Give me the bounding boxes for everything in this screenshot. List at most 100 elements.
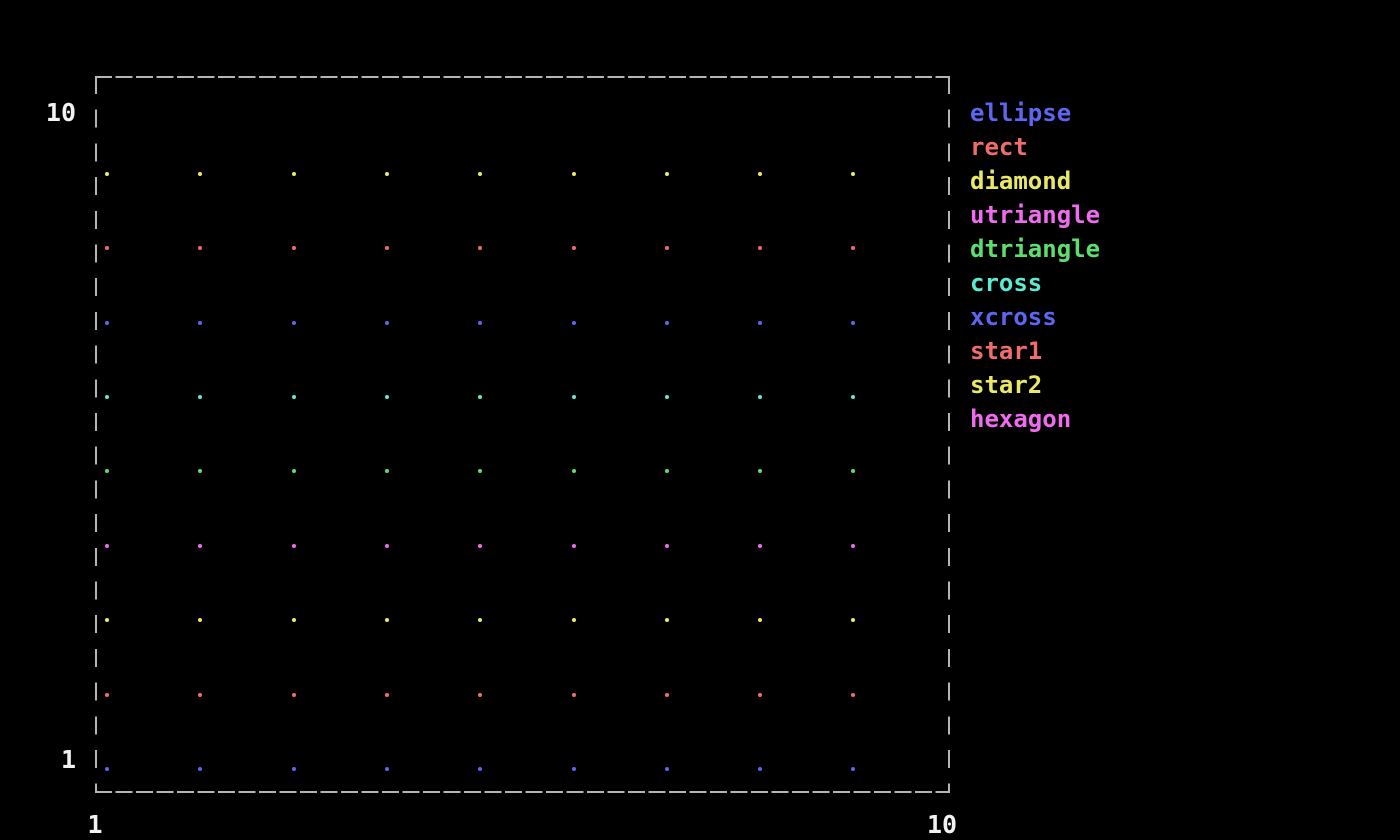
scatter-point-rect — [292, 693, 296, 697]
scatter-point-cross — [478, 395, 482, 399]
legend-item-rect: rect — [970, 130, 1100, 164]
plot-border-left — [95, 76, 97, 793]
scatter-point-cross — [105, 395, 109, 399]
scatter-point-xcross — [105, 321, 109, 325]
scatter-point-diamond — [478, 618, 482, 622]
scatter-point-diamond — [665, 618, 669, 622]
scatter-point-cross — [572, 395, 576, 399]
scatter-point-rect — [198, 693, 202, 697]
legend-item-dtriangle: dtriangle — [970, 232, 1100, 266]
scatter-point-xcross — [292, 321, 296, 325]
scatter-point-utriangle — [292, 544, 296, 548]
plot-border-bottom — [95, 791, 950, 793]
legend-item-xcross: xcross — [970, 300, 1100, 334]
scatter-point-ellipse — [572, 767, 576, 771]
scatter-point-cross — [851, 395, 855, 399]
scatter-point-ellipse — [665, 767, 669, 771]
y-tick-10: 10 — [20, 100, 76, 126]
y-tick-1: 1 — [20, 747, 76, 773]
scatter-point-ellipse — [105, 767, 109, 771]
scatter-point-ellipse — [292, 767, 296, 771]
scatter-point-star1 — [105, 246, 109, 250]
scatter-point-diamond — [292, 618, 296, 622]
scatter-point-diamond — [385, 618, 389, 622]
scatter-point-star2 — [478, 172, 482, 176]
scatter-point-rect — [572, 693, 576, 697]
scatter-point-xcross — [198, 321, 202, 325]
scatter-point-xcross — [478, 321, 482, 325]
scatter-point-ellipse — [478, 767, 482, 771]
scatter-point-utriangle — [665, 544, 669, 548]
scatter-point-star2 — [385, 172, 389, 176]
scatter-point-dtriangle — [572, 469, 576, 473]
legend-item-ellipse: ellipse — [970, 96, 1100, 130]
scatter-point-star1 — [385, 246, 389, 250]
scatter-point-xcross — [385, 321, 389, 325]
scatter-point-rect — [385, 693, 389, 697]
scatter-point-dtriangle — [385, 469, 389, 473]
scatter-point-utriangle — [105, 544, 109, 548]
scatter-point-rect — [478, 693, 482, 697]
scatter-point-ellipse — [758, 767, 762, 771]
scatter-point-ellipse — [851, 767, 855, 771]
plot-border-top — [95, 76, 950, 78]
scatter-point-rect — [851, 693, 855, 697]
scatter-point-xcross — [758, 321, 762, 325]
scatter-point-utriangle — [478, 544, 482, 548]
scatter-point-utriangle — [851, 544, 855, 548]
legend-item-diamond: diamond — [970, 164, 1100, 198]
scatter-point-star1 — [478, 246, 482, 250]
scatter-point-diamond — [105, 618, 109, 622]
scatter-point-xcross — [851, 321, 855, 325]
terminal-screen: 10 1 1 10 ellipserectdiamondutriangledtr… — [0, 0, 1400, 840]
scatter-point-star2 — [292, 172, 296, 176]
scatter-point-utriangle — [572, 544, 576, 548]
scatter-point-dtriangle — [292, 469, 296, 473]
scatter-point-star2 — [572, 172, 576, 176]
scatter-point-star1 — [758, 246, 762, 250]
legend-item-star2: star2 — [970, 368, 1100, 402]
scatter-point-star1 — [572, 246, 576, 250]
scatter-point-utriangle — [385, 544, 389, 548]
x-tick-1: 1 — [81, 812, 109, 838]
scatter-point-star2 — [851, 172, 855, 176]
scatter-point-ellipse — [385, 767, 389, 771]
scatter-point-star1 — [198, 246, 202, 250]
scatter-point-utriangle — [198, 544, 202, 548]
legend: ellipserectdiamondutriangledtrianglecros… — [970, 96, 1100, 436]
scatter-point-dtriangle — [478, 469, 482, 473]
legend-item-star1: star1 — [970, 334, 1100, 368]
legend-item-hexagon: hexagon — [970, 402, 1100, 436]
scatter-point-diamond — [198, 618, 202, 622]
scatter-point-dtriangle — [665, 469, 669, 473]
scatter-point-utriangle — [758, 544, 762, 548]
scatter-point-cross — [665, 395, 669, 399]
scatter-point-cross — [198, 395, 202, 399]
scatter-point-diamond — [572, 618, 576, 622]
scatter-point-cross — [758, 395, 762, 399]
scatter-point-diamond — [851, 618, 855, 622]
scatter-point-star1 — [665, 246, 669, 250]
scatter-point-ellipse — [198, 767, 202, 771]
scatter-point-rect — [105, 693, 109, 697]
scatter-point-dtriangle — [758, 469, 762, 473]
scatter-point-rect — [758, 693, 762, 697]
scatter-point-dtriangle — [198, 469, 202, 473]
scatter-point-star2 — [105, 172, 109, 176]
x-tick-10: 10 — [914, 812, 970, 838]
scatter-point-rect — [665, 693, 669, 697]
scatter-point-cross — [292, 395, 296, 399]
scatter-point-dtriangle — [851, 469, 855, 473]
scatter-point-star1 — [292, 246, 296, 250]
scatter-point-star1 — [851, 246, 855, 250]
scatter-point-star2 — [665, 172, 669, 176]
legend-item-utriangle: utriangle — [970, 198, 1100, 232]
scatter-point-xcross — [665, 321, 669, 325]
plot-border-right — [948, 76, 950, 793]
scatter-point-cross — [385, 395, 389, 399]
scatter-point-star2 — [198, 172, 202, 176]
scatter-point-diamond — [758, 618, 762, 622]
legend-item-cross: cross — [970, 266, 1100, 300]
scatter-point-dtriangle — [105, 469, 109, 473]
scatter-point-xcross — [572, 321, 576, 325]
